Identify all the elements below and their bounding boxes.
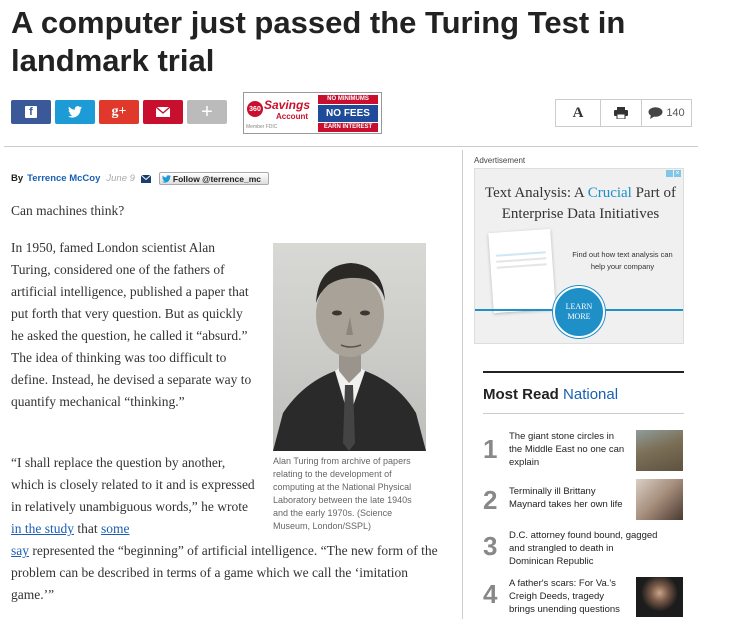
paragraph-3-start: “I shall replace the question by another… bbox=[11, 455, 255, 514]
plus-icon: + bbox=[201, 100, 213, 123]
print-button[interactable] bbox=[600, 99, 642, 127]
sidebar-advertisement[interactable]: × Text Analysis: A Crucial Part of Enter… bbox=[474, 168, 684, 344]
most-read-item[interactable]: 2 Terminally ill Brittany Maynard takes … bbox=[483, 479, 684, 523]
thumbnail-creigh-deeds bbox=[636, 577, 683, 617]
twitter-icon bbox=[68, 106, 82, 118]
byline-prefix: By bbox=[11, 173, 24, 184]
portrait-image bbox=[273, 263, 426, 451]
publish-date: June 9 bbox=[106, 173, 135, 184]
banner-account-word: Account bbox=[276, 112, 308, 121]
paragraph-3: “I shall replace the question by another… bbox=[11, 452, 261, 540]
twitter-bird-icon bbox=[161, 174, 171, 183]
twitter-follow-button[interactable]: Follow @terrence_mc bbox=[158, 172, 269, 185]
most-read-divider bbox=[483, 413, 684, 414]
facebook-icon: f bbox=[25, 106, 37, 118]
banner-advertisement[interactable]: 360 Savings Account Member FDIC NO MINIM… bbox=[243, 92, 382, 134]
facebook-share-button[interactable]: f bbox=[11, 100, 51, 124]
study-link[interactable]: in the study bbox=[11, 521, 74, 536]
header-divider bbox=[4, 146, 698, 147]
some-say-link-continued[interactable]: say bbox=[11, 543, 29, 558]
banner-no-minimums: NO MINIMUMS bbox=[318, 95, 378, 104]
sidebar-divider bbox=[462, 150, 463, 619]
email-author-icon[interactable] bbox=[140, 174, 151, 183]
comments-button[interactable]: 140 bbox=[641, 99, 692, 127]
most-read-item[interactable]: 4 A father's scars: For Va.'s Creigh Dee… bbox=[483, 575, 684, 619]
banner-savings-word: Savings bbox=[264, 98, 311, 112]
byline: By Terrence McCoy June 9 Follow @terrenc… bbox=[11, 172, 269, 185]
ad-choices[interactable]: × bbox=[666, 170, 681, 177]
ad-brochure-image bbox=[488, 228, 556, 314]
most-read-heading: Most Read National bbox=[483, 386, 619, 403]
follow-label: Follow @terrence_mc bbox=[172, 173, 262, 184]
most-read-item[interactable]: 1 The giant stone circles in the Middle … bbox=[483, 428, 684, 472]
paragraph-3-continued: say represented the “beginning” of artif… bbox=[11, 540, 441, 606]
thumbnail-stone-circles bbox=[636, 430, 683, 471]
ad-find-out-text: Find out how text analysis can help your… bbox=[572, 250, 673, 271]
thumbnail-brittany-maynard bbox=[636, 479, 683, 520]
some-say-link[interactable]: some bbox=[101, 521, 130, 536]
author-link[interactable]: Terrence McCoy bbox=[27, 173, 100, 184]
capital-one-logo: 360 bbox=[247, 101, 263, 117]
advertisement-label: Advertisement bbox=[474, 156, 526, 165]
font-size-icon: A bbox=[572, 104, 584, 121]
most-read-section-link[interactable]: National bbox=[563, 386, 618, 403]
font-size-button[interactable]: A bbox=[555, 99, 601, 127]
photo-caption: Alan Turing from archive of papers relat… bbox=[273, 456, 412, 531]
paragraph-3-end: represented the “beginning” of artificia… bbox=[11, 543, 438, 602]
gplus-icon: g+ bbox=[111, 104, 127, 119]
ad-choices-icon bbox=[666, 170, 673, 177]
comment-bubble-icon bbox=[648, 107, 663, 119]
article-headline: A computer just passed the Turing Test i… bbox=[11, 5, 626, 78]
paragraph-2: In 1950, famed London scientist Alan Tur… bbox=[11, 240, 252, 409]
paragraph-1: Can machines think? bbox=[11, 203, 125, 218]
banner-member-fdic: Member FDIC bbox=[246, 124, 278, 130]
envelope-icon bbox=[156, 107, 170, 117]
most-read-item[interactable]: 3 D.C. attorney found bound, gagged and … bbox=[483, 527, 684, 571]
email-share-button[interactable] bbox=[143, 100, 183, 124]
sidebar-ad-title: Text Analysis: A Crucial Part of Enterpr… bbox=[484, 185, 677, 222]
banner-no-fees: NO FEES bbox=[318, 105, 378, 122]
ad-close-icon[interactable]: × bbox=[674, 170, 681, 177]
learn-more-button[interactable]: LEARN MORE bbox=[553, 286, 605, 338]
twitter-share-button[interactable] bbox=[55, 100, 95, 124]
printer-icon bbox=[614, 107, 628, 119]
banner-earn-interest: EARN INTEREST bbox=[318, 123, 378, 132]
alan-turing-photo[interactable] bbox=[273, 243, 426, 451]
paragraph-3-mid: that bbox=[74, 521, 101, 536]
most-read-rule bbox=[483, 371, 684, 373]
gplus-share-button[interactable]: g+ bbox=[99, 100, 139, 124]
comment-count: 140 bbox=[666, 107, 685, 119]
more-share-button[interactable]: + bbox=[187, 100, 227, 124]
